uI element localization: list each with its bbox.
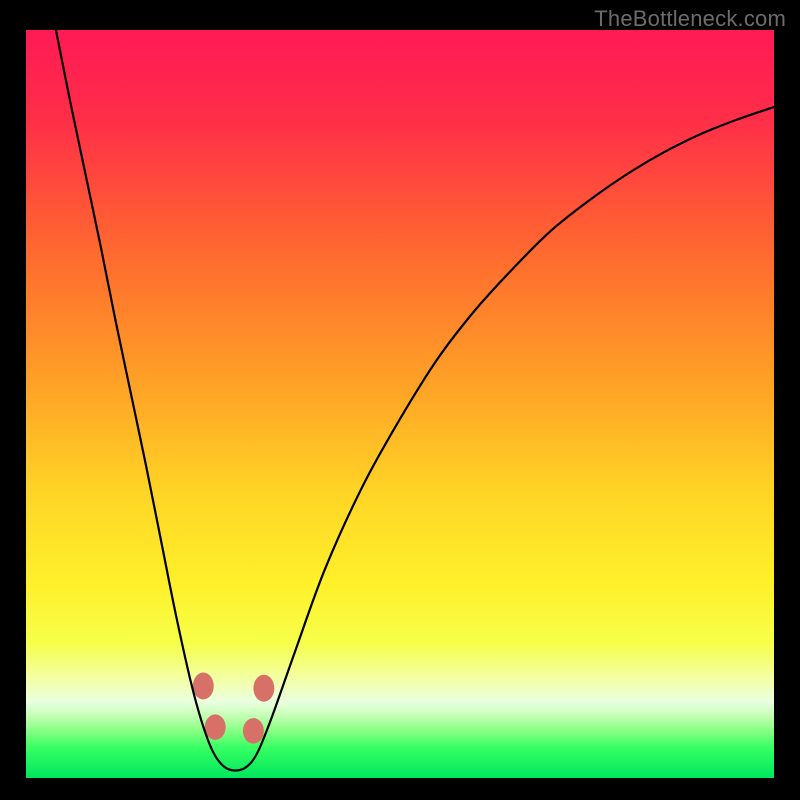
watermark-text: TheBottleneck.com	[594, 6, 786, 32]
chart-frame: TheBottleneck.com	[0, 0, 800, 800]
plot-svg	[26, 30, 774, 778]
curve-marker	[205, 714, 226, 739]
gradient-background	[26, 30, 774, 778]
plot-area	[26, 30, 774, 778]
curve-marker	[243, 718, 264, 743]
curve-marker	[193, 673, 214, 700]
curve-marker	[253, 675, 274, 702]
